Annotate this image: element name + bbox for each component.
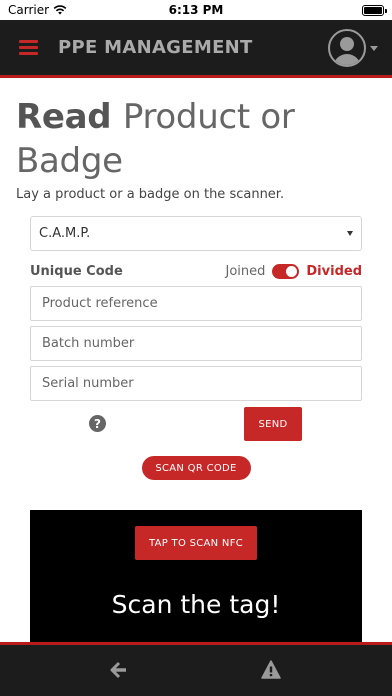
- tap-to-scan-nfc-button[interactable]: TAP TO SCAN NFC: [135, 526, 257, 560]
- page-title: Read Product or Badge: [16, 95, 376, 183]
- caret-down-icon: [347, 231, 353, 236]
- batch-number-input[interactable]: Batch number: [30, 326, 362, 361]
- warning-icon[interactable]: [261, 660, 281, 680]
- nfc-scan-panel: TAP TO SCAN NFC Scan the tag!: [30, 510, 362, 644]
- scan-qr-code-button[interactable]: SCAN QR CODE: [141, 456, 251, 480]
- main-content: Read Product or Badge Lay a product or a…: [0, 95, 392, 480]
- wifi-icon: [53, 5, 67, 15]
- help-circle-icon[interactable]: ?: [89, 415, 106, 432]
- unique-code-row: Unique Code Joined Divided: [30, 261, 362, 281]
- code-mode-toggle-group: Joined Divided: [225, 263, 362, 279]
- carrier-label: Carrier: [8, 3, 50, 17]
- read-form: C.A.M.P. Unique Code Joined Divided Prod…: [30, 216, 362, 441]
- bottom-nav-bar: [0, 642, 392, 696]
- app-header: PPE MANAGEMENT: [0, 20, 392, 78]
- user-menu[interactable]: [328, 29, 378, 67]
- send-button[interactable]: SEND: [244, 407, 302, 441]
- brand-select-value: C.A.M.P.: [39, 226, 91, 241]
- status-left: Carrier: [8, 3, 67, 17]
- serial-number-input[interactable]: Serial number: [30, 366, 362, 401]
- scan-tag-prompt: Scan the tag!: [111, 590, 281, 619]
- hamburger-icon[interactable]: [19, 40, 38, 55]
- battery-icon: [362, 4, 387, 16]
- form-actions: ? SEND: [30, 407, 362, 441]
- status-bar: Carrier 6:13 PM: [0, 0, 392, 20]
- arrow-left-icon[interactable]: [110, 661, 128, 679]
- page-subtitle: Lay a product or a badge on the scanner.: [16, 187, 285, 202]
- code-mode-toggle[interactable]: [272, 263, 300, 279]
- chevron-down-icon: [370, 45, 378, 51]
- page-title-strong: Read: [16, 97, 112, 137]
- user-avatar-icon: [328, 29, 366, 67]
- toggle-joined-label: Joined: [225, 263, 266, 279]
- product-reference-input[interactable]: Product reference: [30, 286, 362, 321]
- unique-code-label: Unique Code: [30, 263, 123, 279]
- toggle-divided-label: Divided: [306, 263, 362, 279]
- app-title: PPE MANAGEMENT: [58, 37, 253, 58]
- brand-select[interactable]: C.A.M.P.: [30, 216, 362, 251]
